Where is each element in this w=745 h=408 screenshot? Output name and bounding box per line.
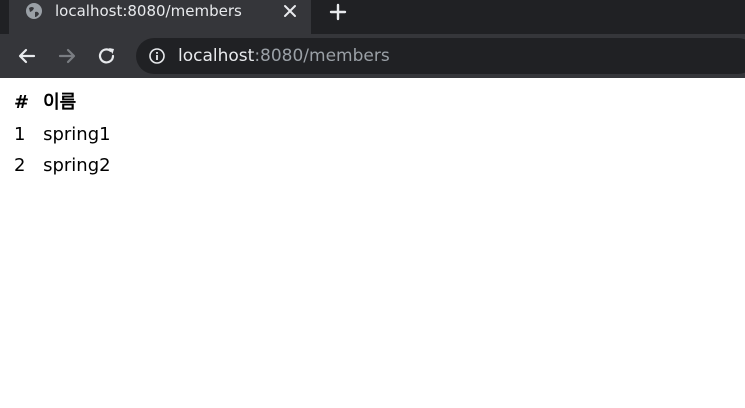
member-name: spring1 — [43, 124, 111, 145]
tab-members[interactable]: localhost:8080/members — [9, 0, 311, 34]
globe-icon — [25, 2, 43, 20]
arrow-right-icon[interactable] — [56, 45, 78, 67]
plus-icon[interactable] — [327, 1, 349, 23]
info-icon[interactable] — [148, 47, 166, 65]
table-header-row: # 이름 — [12, 92, 115, 122]
url-text[interactable]: localhost:8080/members — [178, 45, 390, 67]
arrow-left-icon[interactable] — [16, 45, 38, 67]
browser-window: localhost:8080/members localhost:8080/me… — [0, 0, 745, 408]
member-id: 2 — [14, 155, 26, 176]
column-header-name: 이름 — [43, 92, 77, 113]
member-name: spring2 — [43, 155, 111, 176]
address-bar[interactable]: localhost:8080/members — [136, 38, 745, 74]
toolbar: localhost:8080/members — [0, 34, 745, 78]
close-icon[interactable] — [281, 2, 299, 20]
member-id: 1 — [14, 124, 26, 145]
reload-icon[interactable] — [96, 45, 118, 67]
tab-title: localhost:8080/members — [55, 2, 242, 20]
url-host: localhost — [178, 46, 255, 66]
column-header-number: # — [14, 92, 30, 113]
page-content: # 이름 1 spring1 2 spring2 — [0, 78, 745, 408]
members-table: # 이름 1 spring1 2 spring2 — [12, 92, 115, 184]
table-row: 1 spring1 — [12, 122, 115, 153]
url-path: :8080/members — [254, 46, 390, 66]
tab-strip: localhost:8080/members — [0, 0, 745, 34]
table-row: 2 spring2 — [12, 153, 115, 184]
